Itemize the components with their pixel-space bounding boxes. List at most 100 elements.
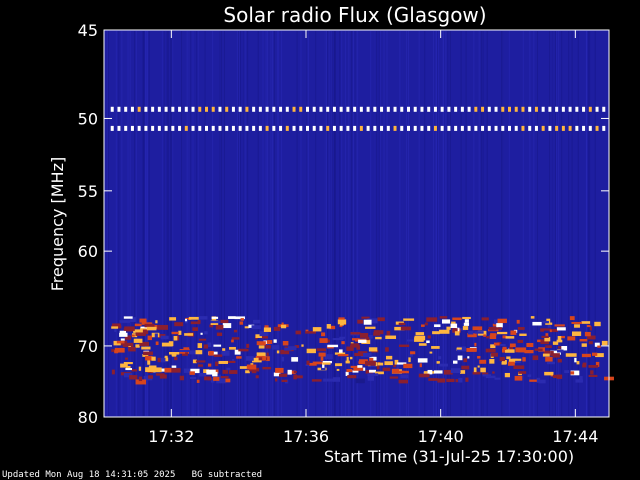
interference-dot xyxy=(595,106,599,112)
interference-dot xyxy=(258,125,262,131)
emission-cell xyxy=(233,329,238,333)
emission-cell xyxy=(131,369,138,372)
emission-cell xyxy=(530,316,535,319)
emission-cell xyxy=(545,356,553,362)
interference-dot xyxy=(474,125,478,131)
interference-dot xyxy=(252,125,256,131)
footer: Updated Mon Aug 18 14:31:05 2025 BG subt… xyxy=(2,470,262,480)
emission-cell xyxy=(278,373,288,377)
emission-cell xyxy=(229,346,236,350)
interference-dot xyxy=(588,106,592,112)
interference-dot xyxy=(568,106,572,112)
y-tick-label: 60 xyxy=(78,242,98,261)
interference-dot xyxy=(501,125,505,131)
interference-dot xyxy=(306,106,309,112)
emission-cell xyxy=(178,330,182,335)
emission-cell xyxy=(401,375,406,379)
emission-cell xyxy=(588,365,599,368)
emission-cell xyxy=(542,353,550,357)
emission-cell xyxy=(111,369,115,375)
emission-cell xyxy=(509,343,516,348)
interference-dot xyxy=(447,106,451,112)
emission-cell xyxy=(239,321,244,325)
emission-cell xyxy=(526,342,534,348)
interference-dot xyxy=(373,125,377,131)
interference-dot xyxy=(487,125,491,131)
emission-cell xyxy=(222,323,232,329)
interference-dot xyxy=(117,106,121,112)
interference-dot xyxy=(393,125,397,131)
interference-dot xyxy=(521,125,525,131)
emission-cell xyxy=(273,339,277,343)
interference-dot xyxy=(319,106,323,112)
y-tick-label: 55 xyxy=(78,182,98,201)
interference-dot xyxy=(494,106,498,112)
emission-cell xyxy=(164,367,172,373)
emission-cell xyxy=(218,360,229,364)
emission-cell xyxy=(276,350,280,354)
emission-cell xyxy=(468,330,474,335)
emission-cell xyxy=(574,357,577,363)
emission-cell xyxy=(359,332,369,338)
emission-cell xyxy=(534,348,538,351)
emission-cell xyxy=(517,339,524,343)
emission-cell xyxy=(338,317,345,320)
emission-cell xyxy=(222,348,226,351)
emission-cell xyxy=(477,365,480,368)
emission-cell xyxy=(385,347,389,352)
emission-cell xyxy=(293,370,297,374)
emission-cell xyxy=(211,316,219,319)
emission-cell xyxy=(403,318,415,321)
interference-dot xyxy=(191,106,195,112)
interference-dot xyxy=(433,106,437,112)
emission-cell xyxy=(301,344,304,347)
emission-cell xyxy=(502,346,507,350)
emission-cell xyxy=(183,368,191,373)
emission-cell xyxy=(262,366,272,370)
interference-dot xyxy=(359,106,363,112)
emission-cell xyxy=(588,341,593,345)
emission-cell xyxy=(196,379,200,383)
emission-cell xyxy=(518,371,527,374)
emission-cell xyxy=(431,346,440,349)
chart-svg: Solar radio Flux (Glasgow) 455055607080 … xyxy=(48,3,614,466)
emission-cell xyxy=(414,337,424,342)
emission-cell xyxy=(253,319,261,324)
emission-cell xyxy=(324,354,333,360)
interference-dot xyxy=(151,106,155,112)
emission-cell xyxy=(198,364,204,367)
emission-cell xyxy=(389,376,399,379)
emission-cell xyxy=(581,353,591,358)
emission-cell xyxy=(554,324,565,327)
emission-cell xyxy=(552,353,560,358)
emission-cell xyxy=(522,357,526,362)
emission-cell xyxy=(312,327,322,332)
emission-cell xyxy=(482,374,492,377)
emission-cell xyxy=(481,317,489,321)
emission-cell xyxy=(466,347,477,352)
emission-cell xyxy=(505,336,515,339)
emission-cell xyxy=(571,321,582,324)
emission-cell xyxy=(266,340,273,344)
emission-cell xyxy=(532,321,542,326)
emission-cell xyxy=(393,364,397,368)
emission-cell xyxy=(266,352,269,356)
emission-cell xyxy=(350,343,360,347)
emission-cell xyxy=(557,336,562,341)
interference-dot xyxy=(521,106,525,112)
emission-cell xyxy=(441,319,451,324)
interference-dot xyxy=(279,125,283,131)
emission-cell xyxy=(155,341,159,346)
emission-cell xyxy=(281,322,284,325)
emission-cell xyxy=(221,350,230,356)
emission-cell xyxy=(420,324,425,327)
emission-cell xyxy=(427,335,431,339)
emission-cell xyxy=(146,326,157,331)
x-tick-label: 17:32 xyxy=(148,427,194,446)
emission-cell xyxy=(455,379,459,383)
interference-dot xyxy=(602,125,606,131)
emission-cell xyxy=(594,321,601,327)
interference-dot xyxy=(144,106,148,112)
interference-dot xyxy=(433,125,437,131)
emission-cell xyxy=(488,326,497,331)
